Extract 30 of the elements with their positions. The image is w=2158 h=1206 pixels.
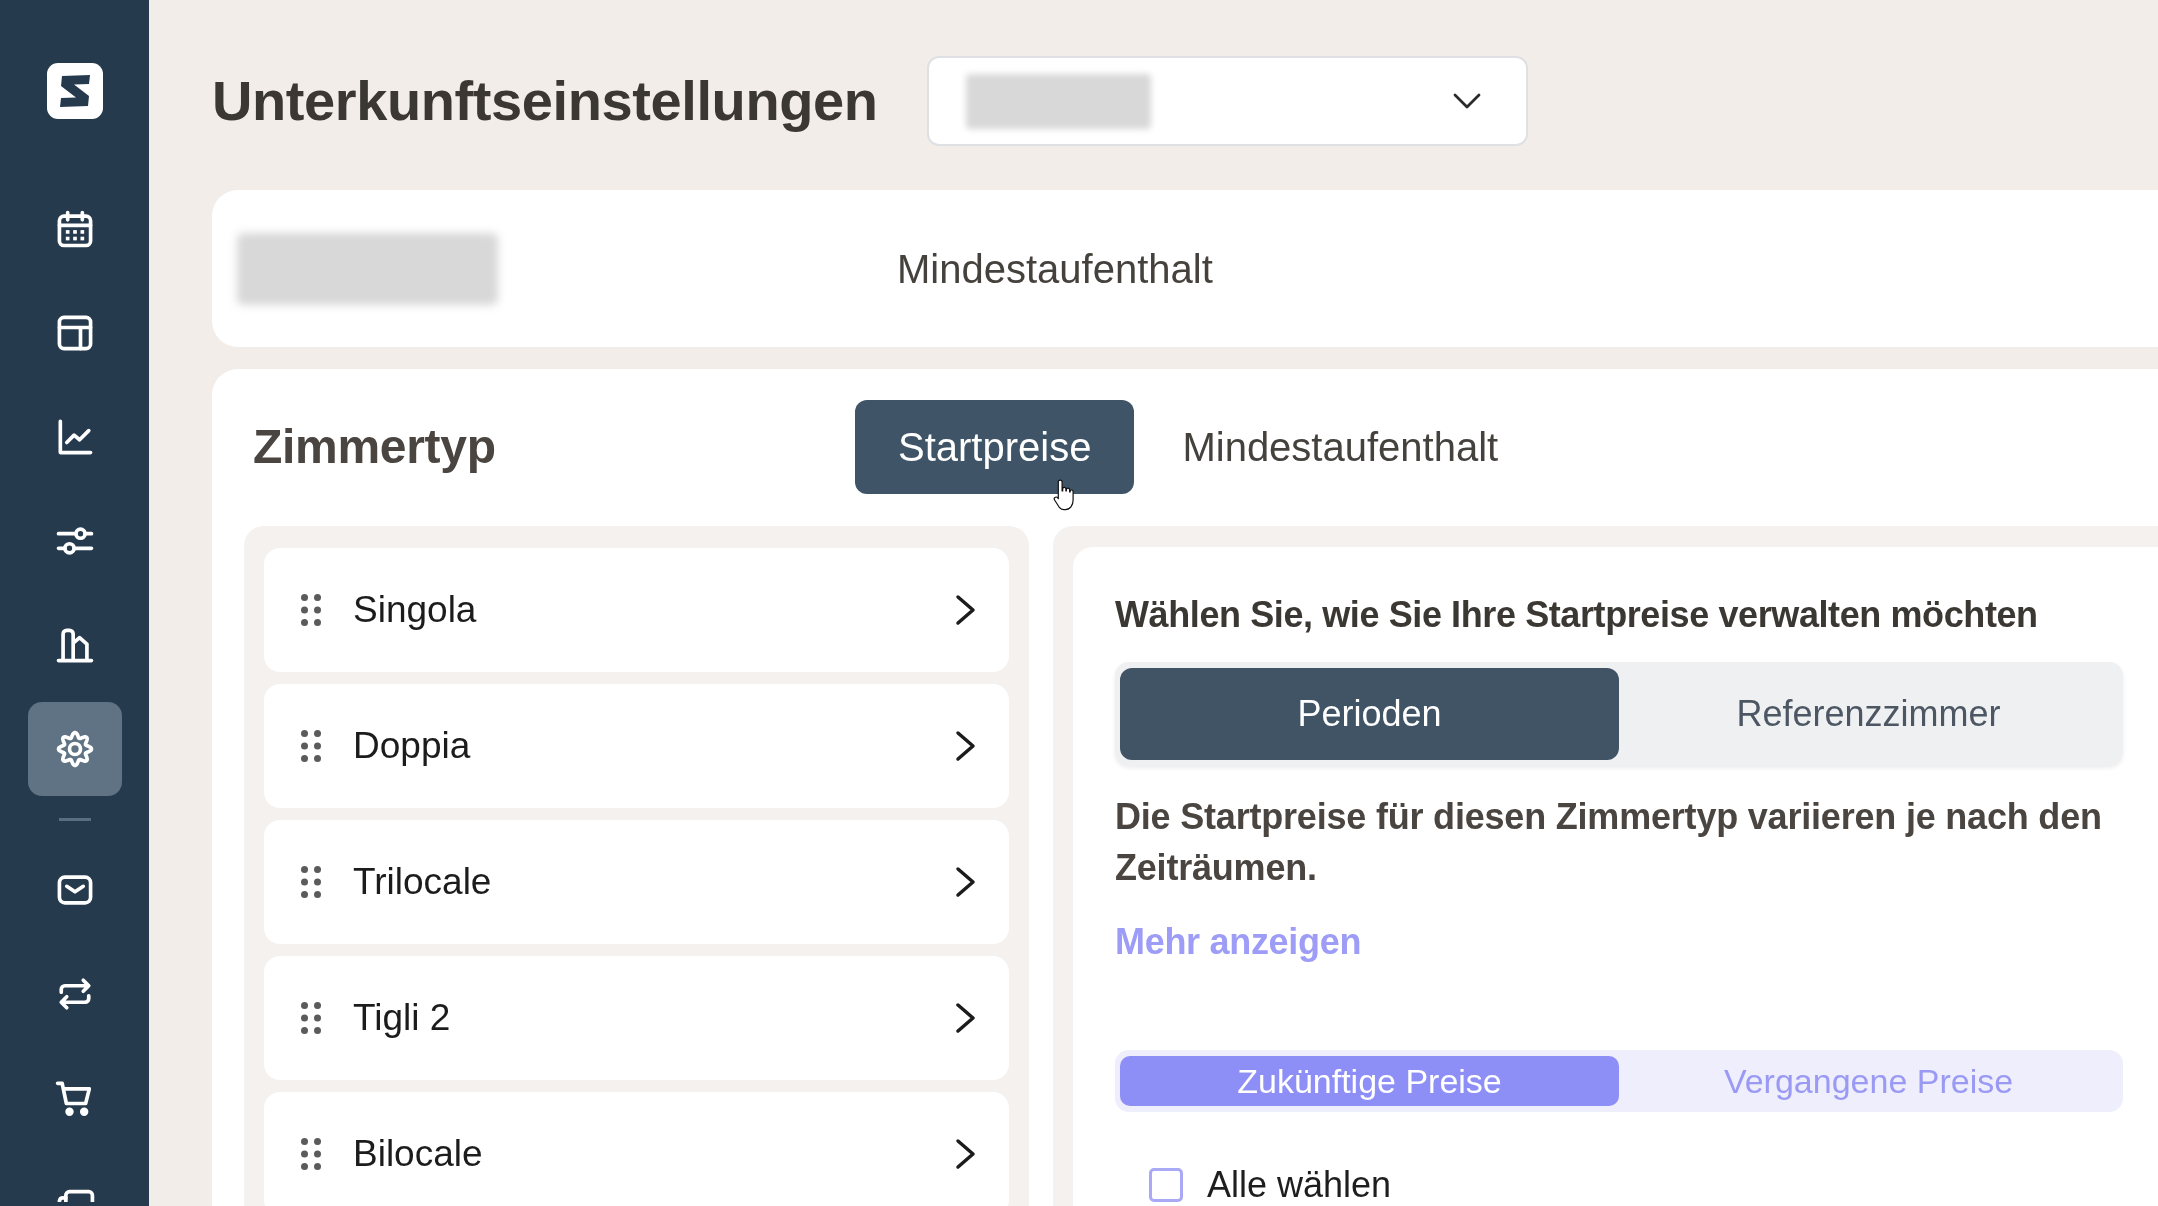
chevron-right-icon (955, 866, 976, 898)
room-item[interactable]: Singola (264, 548, 1009, 672)
settings-heading: Wählen Sie, wie Sie Ihre Startpreise verwalten möchten (1115, 593, 2039, 637)
drag-handle-icon[interactable] (301, 1002, 321, 1034)
hand-cursor-icon (1053, 479, 1075, 511)
drag-handle-icon[interactable] (301, 1138, 321, 1170)
room-item[interactable]: Trilocale (264, 820, 1009, 944)
drag-handle-icon[interactable] (301, 730, 321, 762)
checkbox-label: Alle wählen (1207, 1165, 1392, 1205)
room-item[interactable]: Bilocale (264, 1092, 1009, 1206)
chevron-right-icon (955, 730, 976, 762)
page-title: Unterkunftseinstellungen (212, 68, 878, 134)
room-item[interactable]: Tigli 2 (264, 956, 1009, 1080)
chevron-right-icon (955, 1138, 976, 1170)
chevron-right-icon (955, 1002, 976, 1034)
toggle-option[interactable]: Referenzzimmer (1619, 668, 2118, 760)
drag-handle-icon[interactable] (301, 594, 321, 626)
toggle-option[interactable]: Perioden (1120, 668, 1619, 760)
column-label: Mindestaufenthalt (897, 245, 1213, 293)
room-item[interactable]: Doppia (264, 684, 1009, 808)
chevron-down-icon (1452, 93, 1481, 109)
tab[interactable]: Startpreise (855, 400, 1135, 494)
logo-icon[interactable] (46, 63, 103, 119)
section-title: Zimmertyp (253, 419, 497, 475)
nav-button[interactable] (27, 702, 122, 796)
select-all-checkbox[interactable] (1149, 1168, 1183, 1202)
description-text: Die Startpreise für diesen Zimmertyp variieren je nach den Zeiträumen. (1115, 795, 2103, 890)
tab[interactable]: Mindestaufenthalt (1139, 400, 1542, 494)
drag-handle-icon[interactable] (301, 866, 321, 898)
chevron-right-icon (955, 594, 976, 626)
